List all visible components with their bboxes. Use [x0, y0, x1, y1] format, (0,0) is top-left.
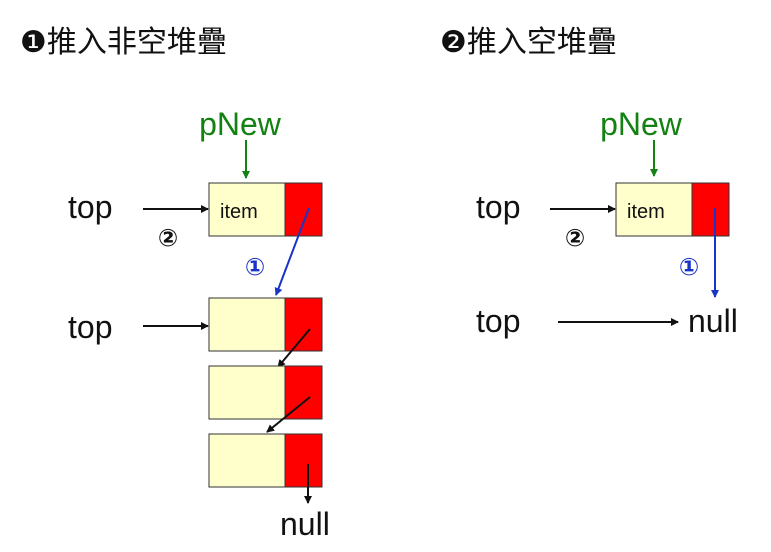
step-2-marker: ②	[158, 224, 178, 252]
push-nonempty-panel: ❶推入非空堆疊 pNew item top ② ① top null	[20, 25, 330, 542]
new-node: item	[615, 182, 730, 237]
top-label-old: top	[476, 303, 520, 339]
step-2-marker: ②	[565, 224, 585, 252]
stack-node	[208, 297, 323, 352]
top-label-old: top	[68, 309, 112, 345]
item-label: item	[220, 201, 258, 223]
new-node: item	[208, 182, 323, 237]
stack-node	[208, 433, 323, 488]
stack-push-diagram: ❶推入非空堆疊 pNew item top ② ① top null ❷推入空堆…	[20, 25, 738, 542]
stack-node	[208, 365, 323, 420]
top-label-new: top	[68, 189, 112, 225]
null-label: null	[280, 506, 330, 542]
pnew-label: pNew	[199, 106, 282, 142]
pnew-label: pNew	[600, 106, 683, 142]
top-label-new: top	[476, 189, 520, 225]
item-label: item	[627, 201, 665, 223]
panel-title: ❷推入空堆疊	[440, 25, 617, 60]
step-1-marker: ①	[245, 253, 265, 281]
null-label: null	[688, 303, 738, 339]
step-1-marker: ①	[679, 253, 699, 281]
panel-title: ❶推入非空堆疊	[20, 25, 227, 60]
push-empty-panel: ❷推入空堆疊 pNew item top ② ① top null	[440, 25, 738, 339]
